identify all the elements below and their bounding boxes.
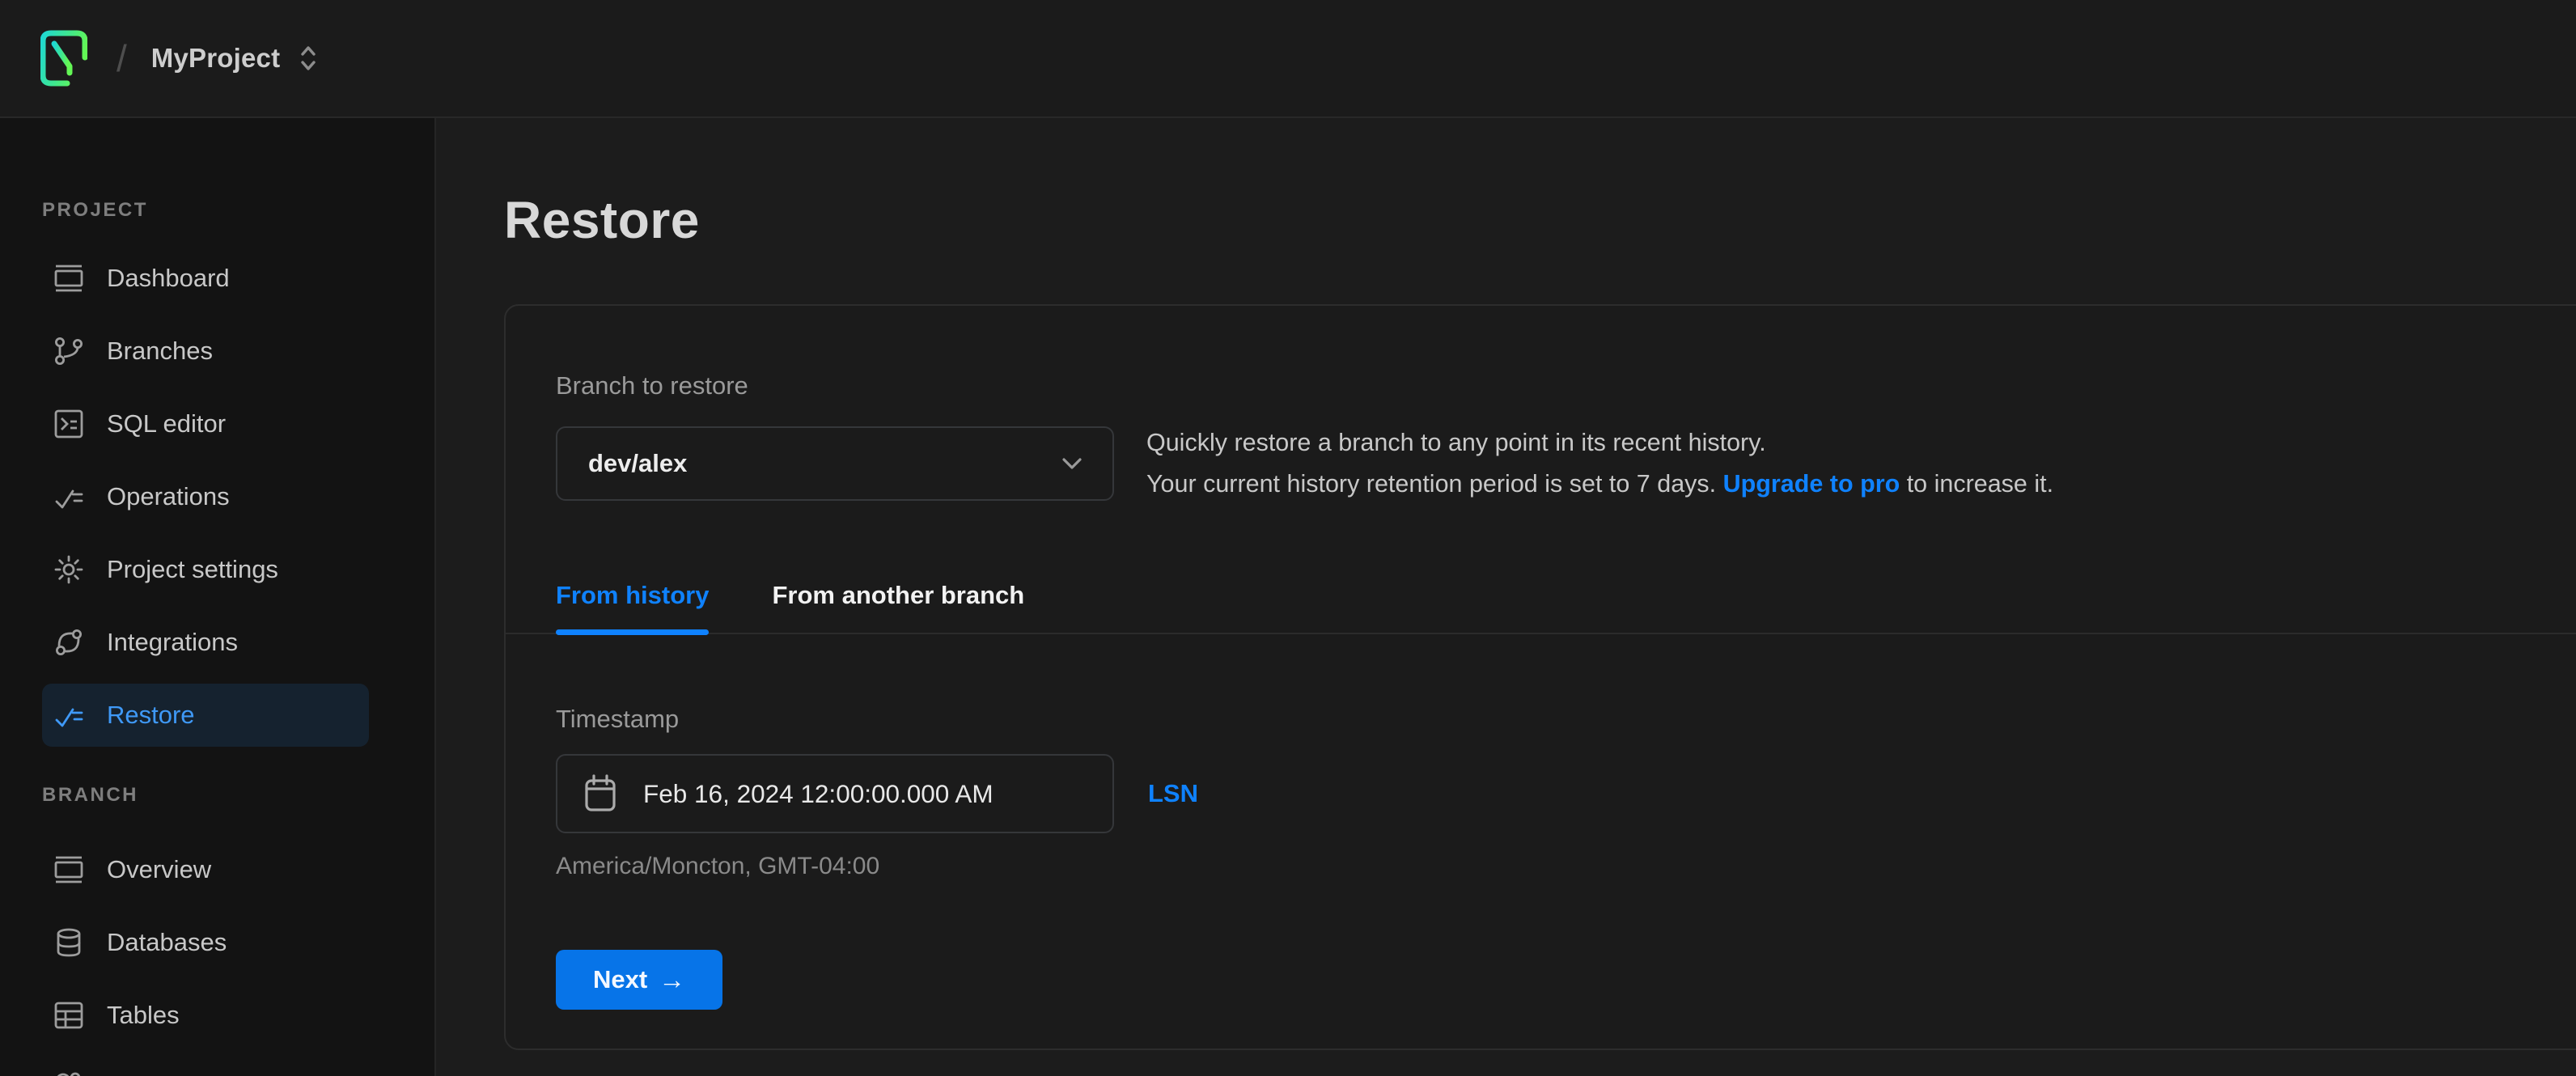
overview-window-icon (52, 853, 86, 887)
tab-from-another-branch[interactable]: From another branch (772, 579, 1024, 633)
page-title: Restore (504, 189, 2576, 251)
dashboard-icon (52, 261, 86, 295)
sidebar-item-integrations[interactable]: Integrations (42, 611, 369, 674)
integrations-icon (52, 625, 86, 659)
app-window: / MyProject PROJECT Dashboard (0, 0, 2576, 1076)
top-bar: / MyProject (0, 0, 2576, 118)
sidebar-item-overview[interactable]: Overview (42, 838, 369, 901)
sidebar-item-label: Branches (107, 337, 213, 366)
sidebar-section-branch: BRANCH (42, 784, 434, 808)
description-line2-tail: to increase it. (1900, 470, 2053, 498)
branch-select[interactable]: dev/alex (556, 426, 1114, 501)
sidebar-item-operations[interactable]: Operations (42, 465, 369, 528)
tab-from-history[interactable]: From history (556, 579, 709, 633)
project-selector-chevrons-icon[interactable] (298, 44, 319, 73)
branch-select-label: Branch to restore (556, 371, 2576, 401)
database-icon (52, 926, 86, 960)
sidebar-item-branches[interactable]: Branches (42, 320, 369, 383)
sidebar-item-sql-editor[interactable]: SQL editor (42, 392, 369, 455)
upgrade-to-pro-link[interactable]: Upgrade to pro (1723, 470, 1900, 498)
arrow-right-icon: → (659, 964, 685, 995)
sidebar-item-databases[interactable]: Databases (42, 911, 369, 974)
restore-card: Branch to restore dev/alex Quickly resto… (504, 304, 2576, 1050)
sidebar-item-dashboard[interactable]: Dashboard (42, 247, 369, 310)
breadcrumb-slash: / (117, 36, 127, 80)
git-branch-icon (52, 334, 86, 368)
sidebar-item-label: Databases (107, 928, 227, 957)
timezone-note: America/Moncton, GMT-04:00 (556, 851, 2576, 882)
sidebar-item-label: Integrations (107, 628, 238, 657)
main-content: Restore Branch to restore dev/alex Quick… (436, 118, 2576, 1076)
terminal-icon (52, 407, 86, 441)
next-button[interactable]: Next → (556, 950, 722, 1010)
sidebar-item-tables[interactable]: Tables (42, 984, 369, 1047)
sidebar: PROJECT Dashboard (0, 118, 436, 1076)
sidebar-item-label: Restore (107, 701, 195, 730)
timestamp-value: Feb 16, 2024 12:00:00.000 AM (643, 779, 994, 809)
description-line2: Your current history retention period is… (1146, 470, 1723, 498)
checklist-icon (52, 480, 86, 514)
table-icon (52, 998, 86, 1032)
sidebar-item-label: SQL editor (107, 409, 226, 438)
restore-description: Quickly restore a branch to any point in… (1146, 422, 2053, 505)
breadcrumb-project-name[interactable]: MyProject (151, 43, 281, 74)
timestamp-label: Timestamp (556, 704, 2576, 735)
sidebar-section-project: PROJECT (42, 199, 434, 223)
next-button-label: Next (593, 965, 647, 994)
sidebar-item-project-settings[interactable]: Project settings (42, 538, 369, 601)
calendar-icon (582, 773, 619, 814)
timestamp-input[interactable]: Feb 16, 2024 12:00:00.000 AM (556, 754, 1114, 833)
chevron-down-icon (1062, 458, 1082, 470)
sidebar-item-restore[interactable]: Restore (42, 684, 369, 747)
sidebar-item-label: Project settings (107, 555, 278, 584)
restore-tabs: From history From another branch (556, 579, 2576, 633)
sidebar-item-label: Operations (107, 482, 230, 511)
neon-logo-icon[interactable] (40, 30, 87, 87)
description-line1: Quickly restore a branch to any point in… (1146, 429, 1766, 456)
sidebar-item-label: Dashboard (107, 264, 230, 293)
sidebar-item-partial-icon (52, 1066, 84, 1076)
branch-select-value: dev/alex (588, 449, 1062, 478)
sidebar-item-label: Overview (107, 855, 211, 884)
restore-checklist-icon (52, 698, 86, 732)
sidebar-item-label: Tables (107, 1001, 180, 1030)
gear-icon (52, 553, 86, 587)
tabs-divider (506, 633, 2576, 634)
lsn-link[interactable]: LSN (1148, 779, 1198, 808)
